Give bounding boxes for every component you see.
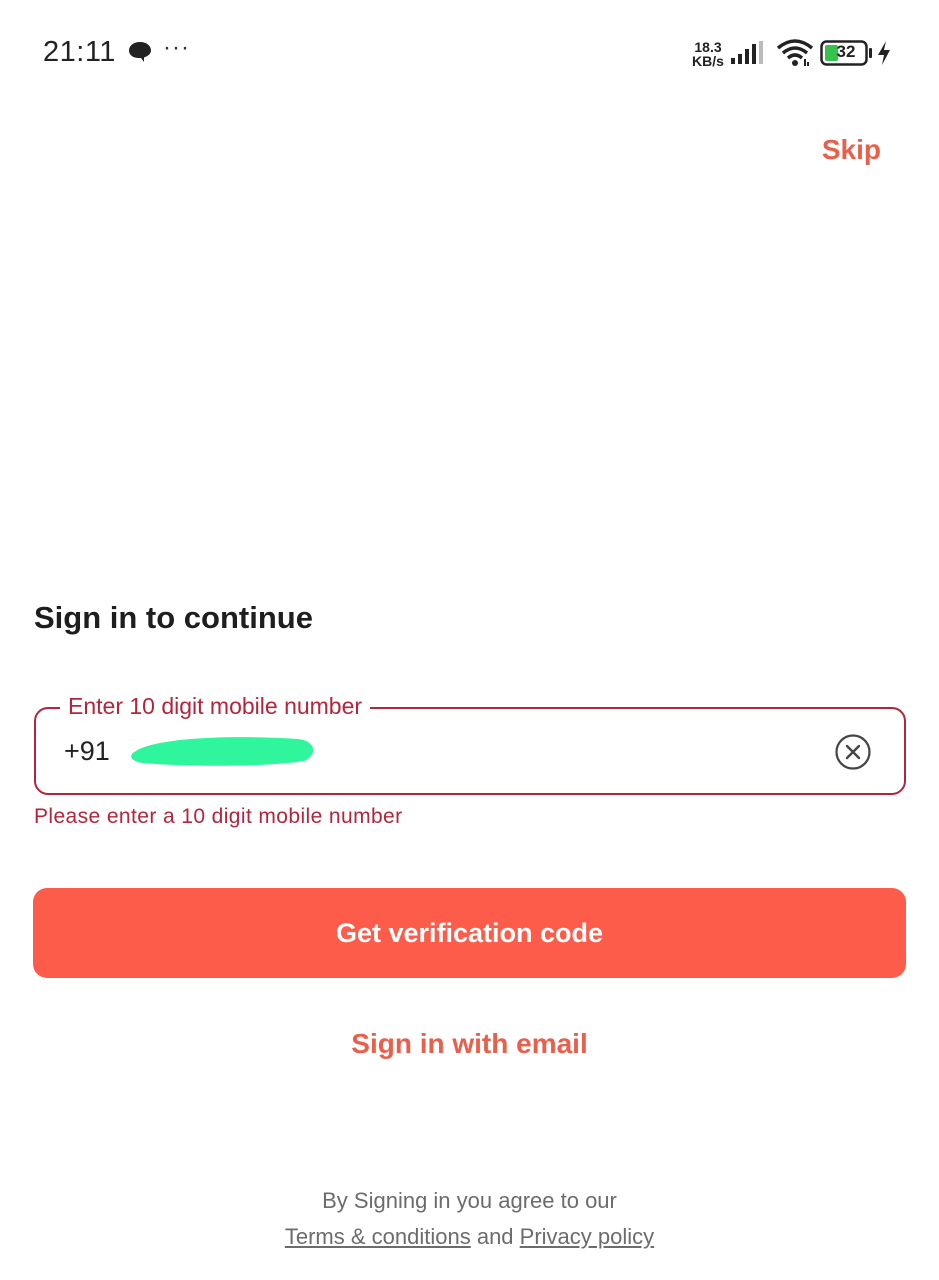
terms-link[interactable]: Terms & conditions [285,1224,471,1249]
phone-field-label: Enter 10 digit mobile number [60,693,371,720]
net-speed: 18.3 KB/s [690,40,726,68]
country-code: +91 [64,736,110,766]
status-time: 21:11 [43,36,116,68]
legal-links: Terms & conditions and Privacy policy [0,1224,939,1250]
sign-in-screen: 21:11 ··· 18.3 KB/s 32 Skip Sign in to c… [0,0,939,1280]
clear-icon[interactable] [834,733,872,771]
status-bar: 21:11 ··· 18.3 KB/s 32 [0,0,939,100]
wifi-icon [776,39,814,66]
agree-text: By Signing in you agree to our [322,1188,617,1213]
more-icon: ··· [163,34,190,61]
signal-icon [731,41,763,64]
redaction-mark [131,737,314,766]
net-speed-unit: KB/s [692,53,724,69]
get-verification-code-button[interactable]: Get verification code [33,888,906,978]
legal-footer: By Signing in you agree to our Terms & c… [0,1188,939,1250]
battery-level: 32 [836,42,856,61]
chat-icon [129,42,151,62]
skip-button[interactable]: Skip [822,134,881,166]
charging-icon [878,41,890,65]
privacy-link[interactable]: Privacy policy [520,1224,654,1249]
sign-in-with-email-link[interactable]: Sign in with email [0,1028,939,1060]
error-message: Please enter a 10 digit mobile number [34,805,403,828]
page-title: Sign in to continue [34,600,313,635]
phone-number-field[interactable]: Enter 10 digit mobile number +91 [34,693,906,795]
and-text: and [476,1224,514,1249]
